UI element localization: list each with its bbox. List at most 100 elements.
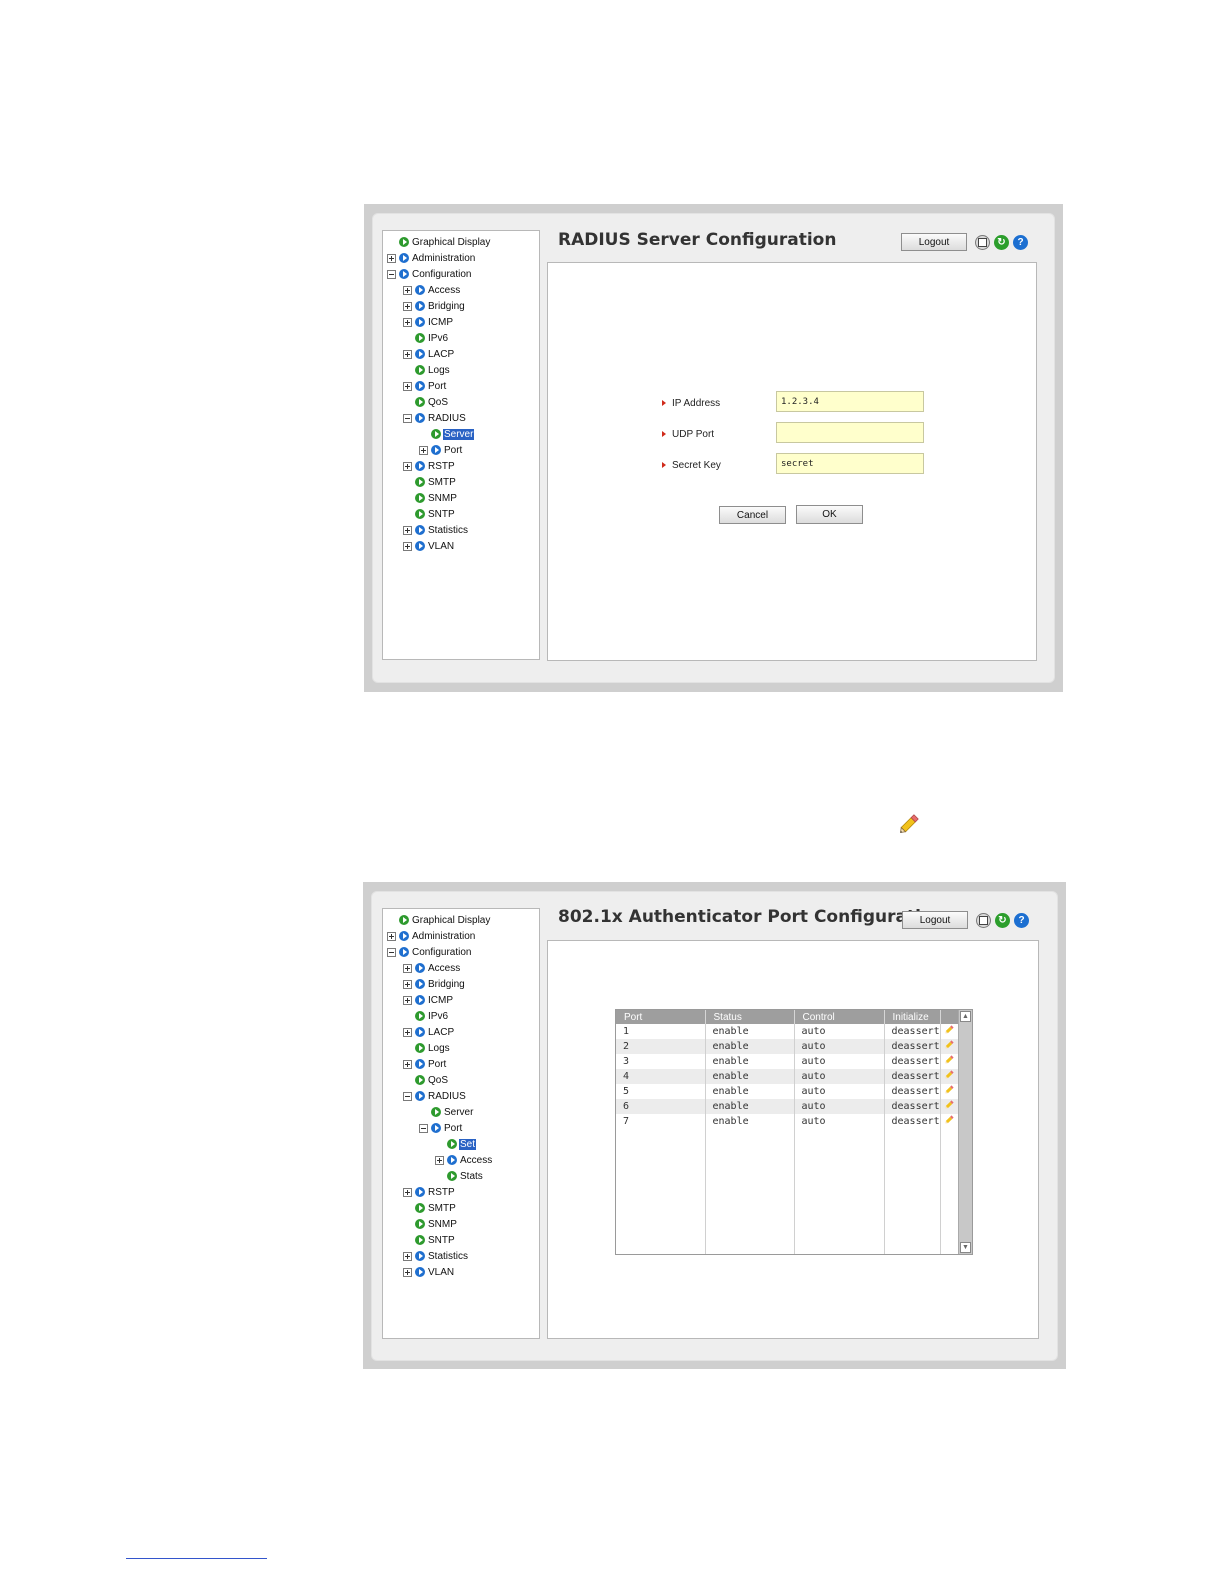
ok-button[interactable]: OK bbox=[796, 505, 863, 524]
vertical-scrollbar[interactable]: ▲ ▼ bbox=[958, 1010, 972, 1254]
save-icon[interactable] bbox=[975, 235, 990, 250]
tree-item-radius-port[interactable]: Port bbox=[419, 1121, 463, 1135]
tree-item-access[interactable]: Access bbox=[403, 961, 461, 975]
refresh-icon[interactable]: ↻ bbox=[994, 235, 1009, 250]
collapse-minus-icon[interactable] bbox=[403, 1091, 412, 1101]
tree-item-statistics[interactable]: Statistics bbox=[403, 523, 469, 537]
tree-item-smtp[interactable]: SMTP bbox=[403, 1201, 457, 1215]
tree-item-administration[interactable]: Administration bbox=[387, 251, 476, 265]
collapse-minus-icon[interactable] bbox=[387, 269, 396, 279]
tree-item-icmp[interactable]: ICMP bbox=[403, 315, 454, 329]
expand-plus-icon[interactable] bbox=[403, 963, 412, 973]
logout-button[interactable]: Logout bbox=[902, 911, 968, 929]
tree-item-vlan[interactable]: VLAN bbox=[403, 539, 455, 553]
pencil-icon[interactable] bbox=[943, 1054, 955, 1066]
column-header-status[interactable]: Status bbox=[705, 1010, 795, 1024]
table-row[interactable]: 5 enable auto deassert bbox=[616, 1084, 959, 1099]
expand-plus-icon[interactable] bbox=[403, 525, 412, 535]
expand-plus-icon[interactable] bbox=[435, 1155, 444, 1165]
collapse-minus-icon[interactable] bbox=[403, 413, 412, 423]
tree-item-radius-server[interactable]: Server bbox=[419, 427, 475, 441]
tree-item-lacp[interactable]: LACP bbox=[403, 1025, 455, 1039]
expand-plus-icon[interactable] bbox=[403, 995, 412, 1005]
column-header-control[interactable]: Control bbox=[794, 1010, 885, 1024]
tree-item-port-access[interactable]: Access bbox=[435, 1153, 493, 1167]
tree-item-radius[interactable]: RADIUS bbox=[403, 1089, 467, 1103]
expand-plus-icon[interactable] bbox=[387, 253, 396, 263]
pencil-icon[interactable] bbox=[943, 1084, 955, 1096]
help-icon[interactable]: ? bbox=[1013, 235, 1028, 250]
expand-plus-icon[interactable] bbox=[403, 1027, 412, 1037]
tree-item-sntp[interactable]: SNTP bbox=[403, 507, 456, 521]
collapse-minus-icon[interactable] bbox=[419, 1123, 428, 1133]
ip-address-field[interactable] bbox=[776, 391, 924, 412]
tree-item-administration[interactable]: Administration bbox=[387, 929, 476, 943]
table-row[interactable]: 7 enable auto deassert bbox=[616, 1114, 959, 1129]
pencil-icon[interactable] bbox=[943, 1039, 955, 1051]
secret-key-field[interactable] bbox=[776, 453, 924, 474]
tree-item-radius-port[interactable]: Port bbox=[419, 443, 463, 457]
expand-plus-icon[interactable] bbox=[403, 301, 412, 311]
expand-plus-icon[interactable] bbox=[403, 349, 412, 359]
tree-item-bridging[interactable]: Bridging bbox=[403, 299, 466, 313]
pencil-icon[interactable] bbox=[943, 1069, 955, 1081]
tree-item-radius[interactable]: RADIUS bbox=[403, 411, 467, 425]
expand-plus-icon[interactable] bbox=[403, 541, 412, 551]
tree-item-port[interactable]: Port bbox=[403, 1057, 447, 1071]
expand-plus-icon[interactable] bbox=[403, 317, 412, 327]
table-row[interactable]: 3 enable auto deassert bbox=[616, 1054, 959, 1069]
tree-item-snmp[interactable]: SNMP bbox=[403, 1217, 458, 1231]
tree-item-lacp[interactable]: LACP bbox=[403, 347, 455, 361]
collapse-minus-icon[interactable] bbox=[387, 947, 396, 957]
tree-item-statistics[interactable]: Statistics bbox=[403, 1249, 469, 1263]
cancel-button[interactable]: Cancel bbox=[719, 506, 786, 524]
refresh-icon[interactable]: ↻ bbox=[995, 913, 1010, 928]
column-header-initialize[interactable]: Initialize bbox=[884, 1010, 941, 1024]
help-icon[interactable]: ? bbox=[1014, 913, 1029, 928]
tree-item-port[interactable]: Port bbox=[403, 379, 447, 393]
expand-plus-icon[interactable] bbox=[403, 1059, 412, 1069]
tree-item-snmp[interactable]: SNMP bbox=[403, 491, 458, 505]
pencil-icon[interactable] bbox=[943, 1099, 955, 1111]
tree-item-sntp[interactable]: SNTP bbox=[403, 1233, 456, 1247]
pencil-icon[interactable] bbox=[943, 1114, 955, 1126]
tree-item-qos[interactable]: QoS bbox=[403, 1073, 449, 1087]
table-row[interactable]: 6 enable auto deassert bbox=[616, 1099, 959, 1114]
tree-item-bridging[interactable]: Bridging bbox=[403, 977, 466, 991]
expand-plus-icon[interactable] bbox=[403, 1267, 412, 1277]
tree-item-rstp[interactable]: RSTP bbox=[403, 1185, 456, 1199]
tree-item-graphical-display[interactable]: Graphical Display bbox=[387, 235, 491, 249]
tree-item-rstp[interactable]: RSTP bbox=[403, 459, 456, 473]
expand-plus-icon[interactable] bbox=[419, 445, 428, 455]
expand-plus-icon[interactable] bbox=[403, 381, 412, 391]
scroll-up-icon[interactable]: ▲ bbox=[960, 1011, 971, 1022]
pencil-icon[interactable] bbox=[943, 1024, 955, 1036]
expand-plus-icon[interactable] bbox=[403, 285, 412, 295]
tree-item-smtp[interactable]: SMTP bbox=[403, 475, 457, 489]
table-row[interactable]: 4 enable auto deassert bbox=[616, 1069, 959, 1084]
tree-item-configuration[interactable]: Configuration bbox=[387, 945, 472, 959]
scroll-down-icon[interactable]: ▼ bbox=[960, 1242, 971, 1253]
tree-item-logs[interactable]: Logs bbox=[403, 1041, 451, 1055]
udp-port-field[interactable] bbox=[776, 422, 924, 443]
tree-item-ipv6[interactable]: IPv6 bbox=[403, 1009, 449, 1023]
expand-plus-icon[interactable] bbox=[387, 931, 396, 941]
tree-item-graphical-display[interactable]: Graphical Display bbox=[387, 913, 491, 927]
tree-item-port-set[interactable]: Set bbox=[435, 1137, 477, 1151]
tree-item-access[interactable]: Access bbox=[403, 283, 461, 297]
table-row[interactable]: 2 enable auto deassert bbox=[616, 1039, 959, 1054]
expand-plus-icon[interactable] bbox=[403, 461, 412, 471]
tree-item-radius-server[interactable]: Server bbox=[419, 1105, 474, 1119]
expand-plus-icon[interactable] bbox=[403, 1251, 412, 1261]
table-row[interactable]: 1 enable auto deassert bbox=[616, 1024, 959, 1039]
logout-button[interactable]: Logout bbox=[901, 233, 967, 251]
expand-plus-icon[interactable] bbox=[403, 979, 412, 989]
column-header-port[interactable]: Port bbox=[616, 1010, 706, 1024]
tree-item-qos[interactable]: QoS bbox=[403, 395, 449, 409]
tree-item-logs[interactable]: Logs bbox=[403, 363, 451, 377]
tree-item-ipv6[interactable]: IPv6 bbox=[403, 331, 449, 345]
tree-item-vlan[interactable]: VLAN bbox=[403, 1265, 455, 1279]
tree-item-configuration[interactable]: Configuration bbox=[387, 267, 472, 281]
save-icon[interactable] bbox=[976, 913, 991, 928]
tree-item-icmp[interactable]: ICMP bbox=[403, 993, 454, 1007]
